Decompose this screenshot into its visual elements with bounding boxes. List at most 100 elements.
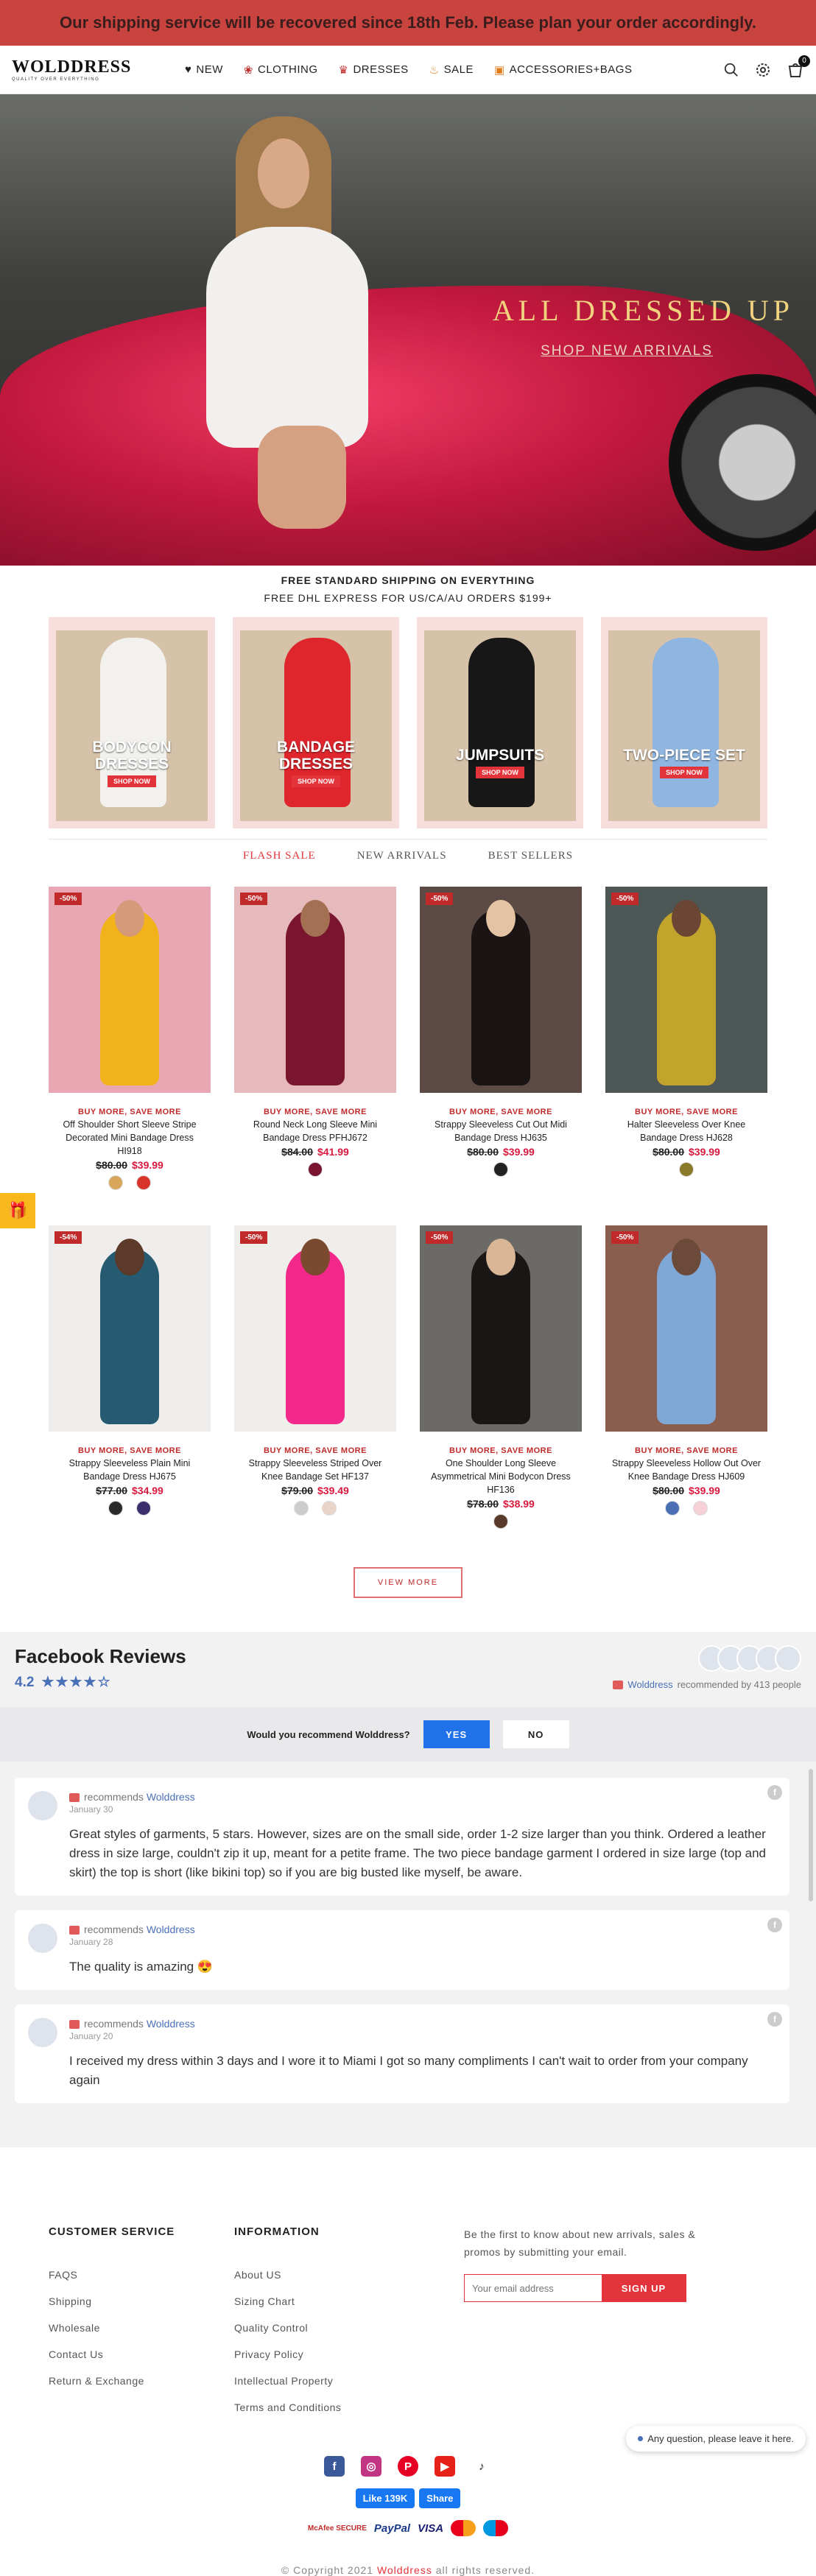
- brand-link[interactable]: Wolddress: [147, 1924, 195, 1935]
- hero-banner[interactable]: ALL DRESSED UP SHOP NEW ARRIVALS: [0, 94, 816, 566]
- product-image[interactable]: -50%: [420, 887, 582, 1093]
- nav-item-dresses[interactable]: ♛ DRESSES: [339, 63, 409, 77]
- product-card[interactable]: -50% BUY MORE, SAVE MORE One Shoulder Lo…: [420, 1225, 582, 1529]
- nav-item-clothing[interactable]: ❀ CLOTHING: [244, 63, 318, 77]
- product-name[interactable]: One Shoulder Long Sleeve Asymmetrical Mi…: [420, 1457, 582, 1496]
- sign-up-button[interactable]: SIGN UP: [602, 2275, 686, 2301]
- product-name[interactable]: Strappy Sleeveless Hollow Out Over Knee …: [605, 1457, 767, 1483]
- swatch[interactable]: [493, 1514, 508, 1529]
- footer-link-faqs[interactable]: FAQS: [49, 2269, 234, 2281]
- product-image[interactable]: -50%: [605, 1225, 767, 1432]
- pinterest-icon[interactable]: P: [398, 2456, 418, 2477]
- product-card[interactable]: -50% BUY MORE, SAVE MORE Halter Sleevele…: [605, 887, 767, 1190]
- facebook-like-button[interactable]: Like 139K: [355, 2488, 415, 2508]
- footer-link-about[interactable]: About US: [234, 2269, 420, 2281]
- email-field[interactable]: [465, 2275, 602, 2301]
- product-card[interactable]: -50% BUY MORE, SAVE MORE Strappy Sleevel…: [420, 887, 582, 1190]
- swatch[interactable]: [136, 1175, 151, 1190]
- footer-link-quality[interactable]: Quality Control: [234, 2322, 420, 2334]
- swatch[interactable]: [308, 1162, 323, 1177]
- instagram-icon[interactable]: ◎: [361, 2456, 381, 2477]
- copyright-brand-link[interactable]: Wolddress: [377, 2564, 432, 2576]
- swatch[interactable]: [136, 1501, 151, 1516]
- shop-now-button[interactable]: SHOP NOW: [476, 767, 524, 778]
- footer-link-shipping[interactable]: Shipping: [49, 2295, 234, 2307]
- facebook-icon[interactable]: f: [324, 2456, 345, 2477]
- shop-now-button[interactable]: SHOP NOW: [292, 775, 340, 787]
- chat-widget[interactable]: Any question, please leave it here.: [626, 2426, 806, 2452]
- product-name[interactable]: Strappy Sleeveless Striped Over Knee Ban…: [234, 1457, 396, 1483]
- swatch[interactable]: [665, 1501, 680, 1516]
- review-list[interactable]: f recommends Wolddress January 30 Great …: [0, 1762, 816, 2103]
- tab-new-arrivals[interactable]: NEW ARRIVALS: [357, 850, 447, 862]
- newsletter: Be the first to know about new arrivals,…: [464, 2225, 707, 2428]
- swatch[interactable]: [693, 1501, 708, 1516]
- shop-now-button[interactable]: SHOP NOW: [108, 775, 156, 787]
- tab-flash-sale[interactable]: FLASH SALE: [243, 850, 316, 862]
- footer-link-contact[interactable]: Contact Us: [49, 2348, 234, 2360]
- avatar: [28, 1791, 57, 1820]
- view-more-button[interactable]: VIEW MORE: [354, 1567, 462, 1598]
- dress-icon: ♛: [338, 63, 349, 77]
- product-name[interactable]: Strappy Sleeveless Cut Out Midi Bandage …: [420, 1118, 582, 1144]
- facebook-icon[interactable]: f: [767, 2012, 782, 2027]
- shop-new-arrivals-link[interactable]: SHOP NEW ARRIVALS: [541, 343, 713, 359]
- top-icon: ❀: [243, 63, 253, 77]
- tiktok-icon[interactable]: ♪: [471, 2456, 492, 2477]
- footer-link-sizing[interactable]: Sizing Chart: [234, 2295, 420, 2307]
- swatch[interactable]: [294, 1501, 309, 1516]
- product-image[interactable]: -50%: [234, 1225, 396, 1432]
- category-two-piece[interactable]: TWO-PIECE SET SHOP NOW: [601, 617, 767, 828]
- cart-icon[interactable]: 0: [787, 54, 810, 79]
- product-name[interactable]: Off Shoulder Short Sleeve Stripe Decorat…: [49, 1118, 211, 1158]
- product-name[interactable]: Strappy Sleeveless Plain Mini Bandage Dr…: [49, 1457, 211, 1483]
- gear-icon[interactable]: [754, 61, 772, 79]
- swatch[interactable]: [493, 1162, 508, 1177]
- facebook-share-button[interactable]: Share: [419, 2488, 461, 2508]
- gift-icon[interactable]: 🎁: [0, 1193, 35, 1228]
- product-image[interactable]: -50%: [420, 1225, 582, 1432]
- footer-link-wholesale[interactable]: Wholesale: [49, 2322, 234, 2334]
- swatch[interactable]: [108, 1501, 123, 1516]
- product-card[interactable]: -50% BUY MORE, SAVE MORE Strappy Sleevel…: [234, 1225, 396, 1529]
- review-card: f recommends Wolddress January 20 I rece…: [15, 2005, 789, 2103]
- product-card[interactable]: -54% BUY MORE, SAVE MORE Strappy Sleevel…: [49, 1225, 211, 1529]
- promo-text: BUY MORE, SAVE MORE: [264, 1446, 367, 1455]
- product-grid-row-2: -54% BUY MORE, SAVE MORE Strappy Sleevel…: [0, 1225, 816, 1529]
- product-image[interactable]: -50%: [49, 887, 211, 1093]
- facebook-icon[interactable]: f: [767, 1918, 782, 1932]
- swatch[interactable]: [679, 1162, 694, 1177]
- nav-item-new[interactable]: ♥ NEW: [185, 63, 223, 77]
- logo[interactable]: WOLDDRESS QUALITY OVER EVERYTHING: [12, 57, 144, 82]
- footer-link-privacy[interactable]: Privacy Policy: [234, 2348, 420, 2360]
- brand-link[interactable]: Wolddress: [147, 1791, 195, 1803]
- footer-link-terms[interactable]: Terms and Conditions: [234, 2401, 420, 2413]
- no-button[interactable]: NO: [502, 1720, 569, 1748]
- footer-link-return[interactable]: Return & Exchange: [49, 2375, 234, 2387]
- shop-now-button[interactable]: SHOP NOW: [660, 767, 708, 778]
- search-icon[interactable]: [723, 62, 739, 78]
- swatch[interactable]: [108, 1175, 123, 1190]
- product-card[interactable]: -50% BUY MORE, SAVE MORE Round Neck Long…: [234, 887, 396, 1190]
- product-name[interactable]: Halter Sleeveless Over Knee Bandage Dres…: [605, 1118, 767, 1144]
- product-name[interactable]: Round Neck Long Sleeve Mini Bandage Dres…: [234, 1118, 396, 1144]
- product-card[interactable]: -50% BUY MORE, SAVE MORE Strappy Sleevel…: [605, 1225, 767, 1529]
- nav-item-accessories[interactable]: ▣ ACCESSORIES+BAGS: [494, 63, 633, 77]
- category-bandage[interactable]: BANDAGE DRESSES SHOP NOW: [233, 617, 399, 828]
- color-swatches: [49, 1501, 211, 1516]
- category-jumpsuits[interactable]: JUMPSUITS SHOP NOW: [417, 617, 583, 828]
- product-image[interactable]: -50%: [234, 887, 396, 1093]
- category-bodycon[interactable]: BODYCON DRESSES SHOP NOW: [49, 617, 215, 828]
- brand-link[interactable]: Wolddress: [147, 2018, 195, 2030]
- facebook-icon[interactable]: f: [767, 1785, 782, 1800]
- product-image[interactable]: -54%: [49, 1225, 211, 1432]
- review-scrollbar[interactable]: [809, 1769, 813, 1901]
- footer-link-ip[interactable]: Intellectual Property: [234, 2375, 420, 2387]
- swatch[interactable]: [322, 1501, 337, 1516]
- yes-button[interactable]: YES: [423, 1720, 490, 1748]
- tab-best-sellers[interactable]: BEST SELLERS: [488, 850, 574, 862]
- nav-item-sale[interactable]: ♨ SALE: [429, 63, 474, 77]
- youtube-icon[interactable]: ▶: [435, 2456, 455, 2477]
- product-card[interactable]: -50% BUY MORE, SAVE MORE Off Shoulder Sh…: [49, 887, 211, 1190]
- product-image[interactable]: -50%: [605, 887, 767, 1093]
